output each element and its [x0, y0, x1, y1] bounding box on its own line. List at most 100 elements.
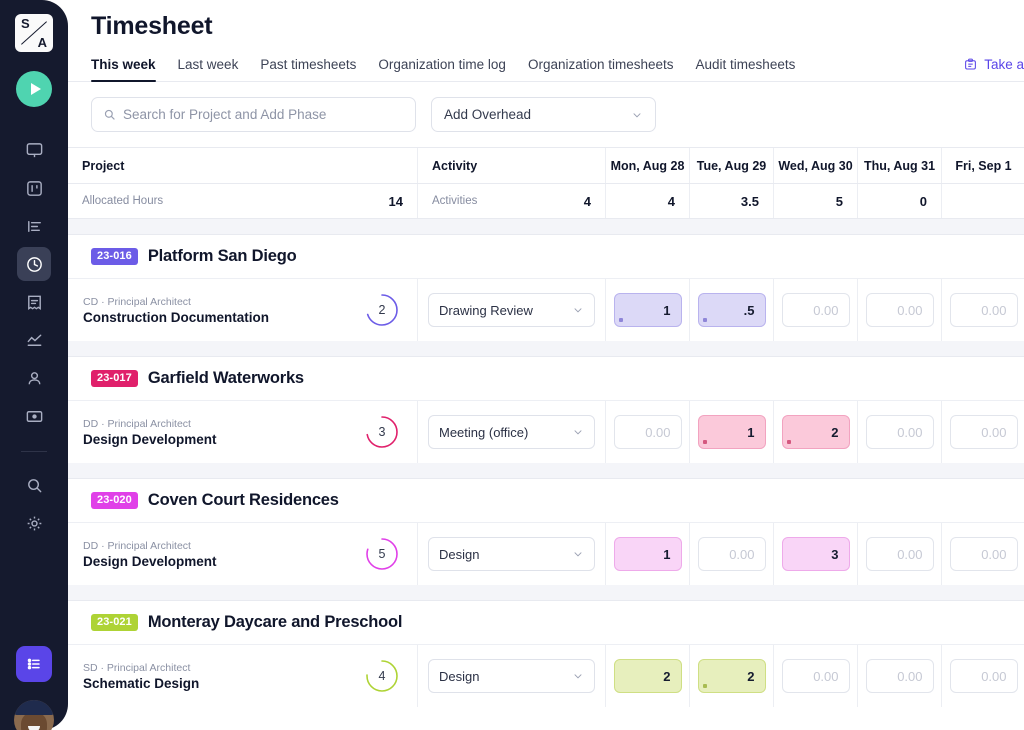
hour-input-wed[interactable]: 0.00	[782, 293, 850, 327]
tab-last-week[interactable]: Last week	[178, 57, 239, 81]
hour-input-thu[interactable]: 0.00	[866, 659, 934, 693]
sidebar-item-tasks[interactable]	[17, 209, 51, 243]
logo-letter-left: S	[21, 16, 30, 31]
day-cell-mon: 1	[606, 523, 690, 585]
allocated-day-wed-value: 5	[836, 194, 843, 209]
gear-icon	[25, 514, 44, 533]
sidebar-item-timesheet[interactable]	[17, 247, 51, 281]
hour-input-fri[interactable]: 0.00	[950, 293, 1018, 327]
row-spacer	[68, 341, 1024, 357]
activity-select[interactable]: Meeting (office)	[428, 415, 595, 449]
take-action-button[interactable]: Take a	[963, 57, 1024, 72]
hour-input-thu[interactable]: 0.00	[866, 293, 934, 327]
allocated-day-mon-value: 4	[668, 194, 675, 209]
sidebar-item-invoices[interactable]	[17, 285, 51, 319]
row-spacer	[68, 463, 1024, 479]
sidebar-item-reports[interactable]	[17, 323, 51, 357]
quick-list-button[interactable]	[16, 646, 52, 682]
allocated-day-wed: 5	[774, 184, 858, 218]
day-cell-tue: 1	[690, 401, 774, 463]
hour-input-wed[interactable]: 2	[782, 415, 850, 449]
avatar[interactable]	[14, 700, 54, 730]
project-name: Coven Court Residences	[148, 491, 339, 510]
timesheet-entry-row: CD · Principal Architect Construction Doc…	[68, 279, 1024, 341]
search-placeholder: Search for Project and Add Phase	[123, 107, 326, 122]
project-header[interactable]: 23-017Garfield Waterworks	[68, 357, 1024, 401]
table-header-row: Project Activity Mon, Aug 28 Tue, Aug 29…	[68, 148, 1024, 184]
sidebar-item-contacts[interactable]	[17, 361, 51, 395]
day-cell-wed: 0.00	[774, 279, 858, 341]
allocated-day-tue-value: 3.5	[741, 194, 759, 209]
sidebar: S A	[0, 0, 68, 730]
tab-organization-timesheets[interactable]: Organization timesheets	[528, 57, 674, 81]
project-header[interactable]: 23-020Coven Court Residences	[68, 479, 1024, 523]
day-cell-wed: 2	[774, 401, 858, 463]
start-timer-button[interactable]	[16, 71, 52, 107]
tab-organization-time-log[interactable]: Organization time log	[378, 57, 506, 81]
activity-cell: Design	[418, 523, 606, 585]
hour-input-fri[interactable]: 0.00	[950, 415, 1018, 449]
activity-select[interactable]: Design	[428, 659, 595, 693]
hour-input-tue[interactable]: .5	[698, 293, 766, 327]
phase-meta: SD · Principal ArchitectSchematic Design	[83, 662, 199, 691]
chevron-down-icon	[572, 670, 584, 682]
chevron-down-icon	[572, 426, 584, 438]
allocated-hours-row: Allocated Hours 14 Activities 4 4 3.5 5 …	[68, 184, 1024, 219]
project-header[interactable]: 23-021Monteray Daycare and Preschool	[68, 601, 1024, 645]
clipboard-icon	[963, 57, 978, 72]
sidebar-item-projects[interactable]	[17, 171, 51, 205]
activity-select[interactable]: Drawing Review	[428, 293, 595, 327]
phase-name: Design Development	[83, 554, 217, 569]
tab-past-timesheets[interactable]: Past timesheets	[260, 57, 356, 81]
sa-logo[interactable]: S A	[15, 14, 53, 52]
sidebar-item-search[interactable]	[17, 468, 51, 502]
sidebar-item-expenses[interactable]	[17, 399, 51, 433]
hour-input-mon[interactable]: 1	[614, 293, 682, 327]
day-cell-thu: 0.00	[858, 645, 942, 707]
hour-input-fri[interactable]: 0.00	[950, 659, 1018, 693]
project-header[interactable]: 23-016Platform San Diego	[68, 235, 1024, 279]
play-icon	[29, 82, 42, 96]
phase-meta: DD · Principal Architect Design Developme…	[83, 540, 217, 569]
phase-subtitle: CD · Principal Architect	[83, 296, 269, 308]
phase-name: Construction Documentation	[83, 310, 269, 325]
activity-cell: Design	[418, 645, 606, 707]
tab-this-week[interactable]: This week	[91, 57, 156, 81]
search-input[interactable]: Search for Project and Add Phase	[91, 97, 416, 132]
sidebar-item-settings[interactable]	[17, 506, 51, 540]
hour-input-fri[interactable]: 0.00	[950, 537, 1018, 571]
sidebar-item-dashboard[interactable]	[17, 133, 51, 167]
phase-progress-ring: 3	[365, 415, 399, 449]
hour-input-mon[interactable]: 1	[614, 537, 682, 571]
avatar-smile	[28, 726, 40, 730]
hour-input-thu[interactable]: 0.00	[866, 415, 934, 449]
phase-hours-value: 4	[365, 659, 399, 693]
hour-input-thu[interactable]: 0.00	[866, 537, 934, 571]
phase-hours-value: 3	[365, 415, 399, 449]
app-root: S A	[0, 0, 1024, 730]
hour-input-tue[interactable]: 1	[698, 415, 766, 449]
page-title: Timesheet	[68, 0, 1024, 41]
hour-input-tue[interactable]: 2	[698, 659, 766, 693]
hour-input-wed[interactable]: 3	[782, 537, 850, 571]
day-cell-mon: 1	[606, 279, 690, 341]
project-rows-container: 23-016Platform San Diego CD · Principal A…	[68, 219, 1024, 707]
allocated-hours-label: Allocated Hours	[82, 195, 163, 207]
day-cell-fri: 0.00	[942, 279, 1024, 341]
phase-meta: CD · Principal Architect Construction Doc…	[83, 296, 269, 325]
phase-cell: CD · Principal Architect Construction Doc…	[68, 279, 418, 341]
row-spacer	[68, 585, 1024, 601]
search-icon	[103, 108, 116, 121]
activity-select[interactable]: Design	[428, 537, 595, 571]
hour-input-wed[interactable]: 0.00	[782, 659, 850, 693]
take-action-label: Take a	[984, 57, 1024, 72]
add-overhead-select[interactable]: Add Overhead	[431, 97, 656, 132]
day-cell-tue: .5	[690, 279, 774, 341]
phase-subtitle: DD · Principal Architect	[83, 540, 217, 552]
hour-input-mon[interactable]: 0.00	[614, 415, 682, 449]
project-block: 23-016Platform San Diego CD · Principal A…	[68, 235, 1024, 341]
tab-audit-timesheets[interactable]: Audit timesheets	[696, 57, 796, 81]
hour-input-tue[interactable]: 0.00	[698, 537, 766, 571]
phase-name: Schematic Design	[83, 676, 199, 691]
hour-input-mon[interactable]: 2	[614, 659, 682, 693]
